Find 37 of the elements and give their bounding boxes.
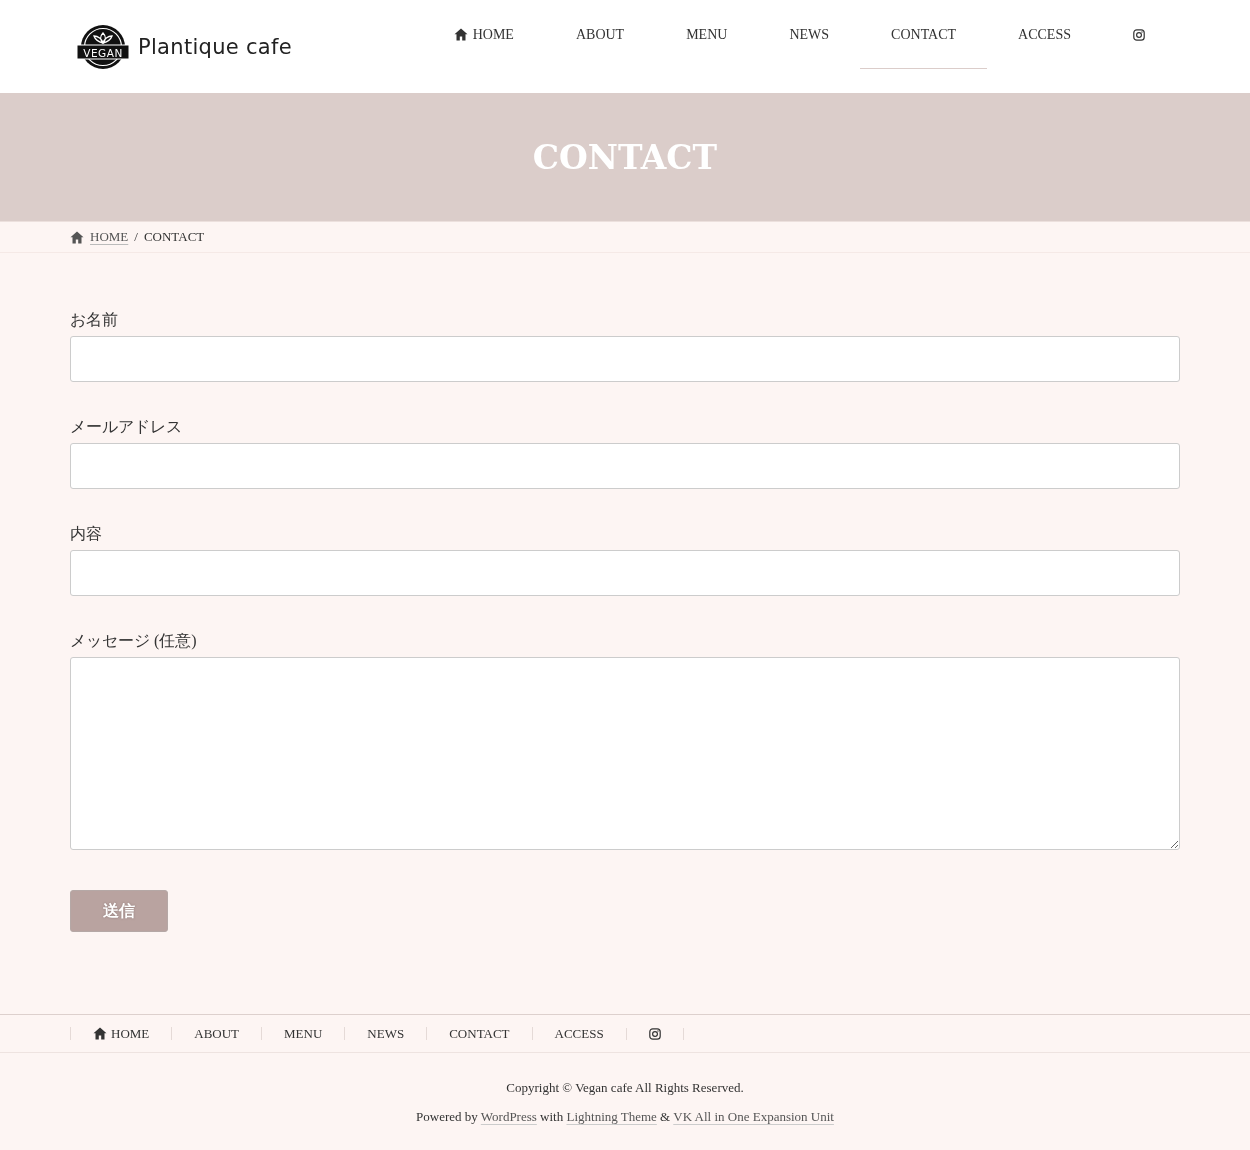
message-field[interactable] <box>70 657 1180 850</box>
instagram-icon <box>648 1027 661 1040</box>
nav-link[interactable]: ACCESS <box>987 1 1102 69</box>
home-icon <box>93 1027 107 1040</box>
field-label: メッセージ (任意) <box>70 631 198 651</box>
footer-link[interactable]: VK All in One Expansion Unit <box>673 1109 834 1124</box>
input-field[interactable] <box>70 336 1180 382</box>
nav-link[interactable]: CONTACT <box>860 1 988 69</box>
home-icon <box>70 230 84 244</box>
footer-nav-link[interactable] <box>625 1027 684 1040</box>
home-icon <box>453 28 468 41</box>
nav-link[interactable]: NEWS <box>758 1 861 69</box>
footer-link[interactable]: Lightning Theme <box>566 1109 657 1124</box>
footer-nav-link[interactable]: CONTACT <box>426 1027 532 1040</box>
vegan-badge-icon <box>76 24 130 69</box>
field-label: メールアドレス <box>70 417 183 437</box>
field-label: お名前 <box>70 310 119 330</box>
footer-nav-link[interactable]: NEWS <box>344 1027 427 1040</box>
breadcrumb-link[interactable]: HOME <box>90 229 129 245</box>
input-field[interactable] <box>70 550 1180 596</box>
breadcrumb-current: CONTACT <box>143 229 205 245</box>
nav-link[interactable]: ABOUT <box>544 1 656 69</box>
footer-nav-link[interactable]: MENU <box>261 1027 345 1040</box>
copyright-text: Copyright © Vegan cafe All Rights Reserved. <box>505 1080 745 1096</box>
badge-text: VEGAN <box>83 46 123 58</box>
nav-link[interactable]: MENU <box>655 1 759 69</box>
footer-link[interactable]: WordPress <box>480 1109 537 1124</box>
breadcrumb-separator: / <box>134 229 138 245</box>
site-title[interactable]: Plantique cafe <box>138 34 292 59</box>
instagram-icon <box>1133 28 1145 41</box>
powered-by-text: Powered by WordPress with Lightning Theme & VK All in One Expansion Unit <box>415 1109 835 1125</box>
input-field[interactable] <box>70 443 1180 489</box>
footer-nav-link[interactable]: ACCESS <box>531 1027 626 1040</box>
nav-link[interactable]: HOME <box>422 1 545 69</box>
footer-nav-link[interactable]: ABOUT <box>171 1027 262 1040</box>
field-label: 内容 <box>70 524 103 544</box>
footer-nav-link[interactable]: HOME <box>70 1027 172 1040</box>
